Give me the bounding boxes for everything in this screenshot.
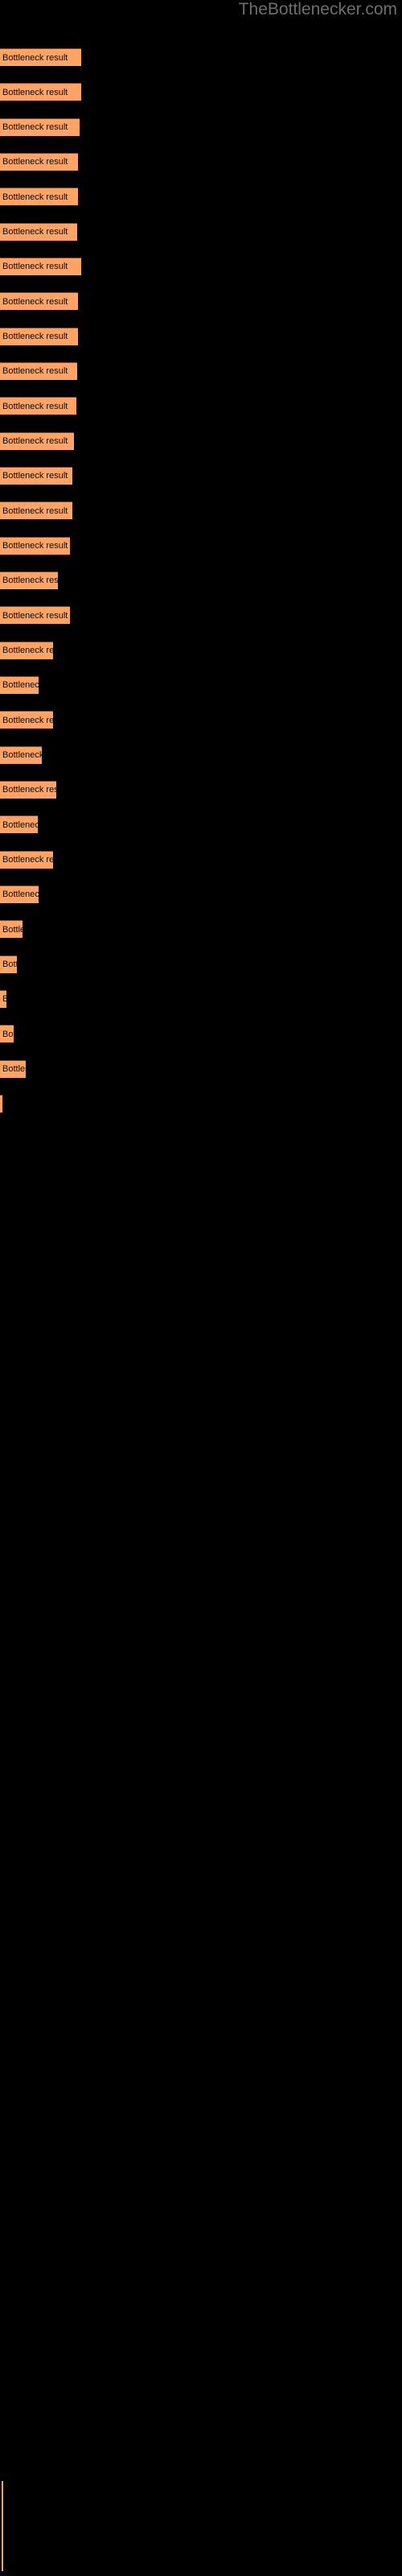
bar-bottleneck-result[interactable]: Bottleneck result xyxy=(0,1094,2,1113)
bar-value-label: Bottleneck result xyxy=(2,890,39,900)
bar-bottleneck-result[interactable]: Bottleneck result xyxy=(0,815,38,834)
bar-value-label: Bottleneck result xyxy=(2,401,68,411)
bar-value-label: Bottleneck result xyxy=(2,610,68,621)
bar-value-label: Bottleneck result xyxy=(2,192,68,202)
bar-value-label: Bottleneck result xyxy=(2,506,68,516)
bar-value-label: Bottleneck result xyxy=(2,436,68,447)
bar-value-label: Bottleneck result xyxy=(2,227,68,237)
bar-bottleneck-result[interactable]: Bottleneck result xyxy=(0,606,70,625)
bar-bottleneck-result[interactable]: Bottleneck result xyxy=(0,502,72,520)
bar-bottleneck-result[interactable]: Bottleneck result xyxy=(0,571,58,589)
bar-bottleneck-result[interactable]: Bottleneck result xyxy=(0,1025,14,1043)
bar-value-label: Bottleneck result xyxy=(2,715,53,725)
bar-value-label: Bottleneck result xyxy=(2,855,53,865)
bar-bottleneck-result[interactable]: Bottleneck result xyxy=(0,83,81,101)
bar-bottleneck-result[interactable]: Bottleneck result xyxy=(0,152,78,171)
bar-value-label: Bottleneck result xyxy=(2,750,42,761)
bar-bottleneck-result[interactable]: Bottleneck result xyxy=(0,955,17,973)
bar-value-label: Bottleneck result xyxy=(2,960,17,970)
bar-bottleneck-result[interactable]: Bottleneck result xyxy=(0,885,39,903)
bar-value-label: Bottleneck result xyxy=(2,332,68,342)
bar-value-label: Bottleneck result xyxy=(2,576,58,586)
bar-bottleneck-result[interactable]: Bottleneck result xyxy=(0,431,74,450)
bar-bottleneck-result[interactable]: Bottleneck result xyxy=(0,641,53,659)
bar-bottleneck-result[interactable]: Bottleneck result xyxy=(0,257,81,275)
bar-bottleneck-result[interactable]: Bottleneck result xyxy=(0,989,6,1008)
bar-value-label: Bottleneck result xyxy=(2,157,68,167)
bar-value-label: Bottleneck result xyxy=(2,924,23,935)
bar-value-label: Bottleneck result xyxy=(2,646,53,656)
bar-value-label: Bottleneck result xyxy=(2,262,68,272)
bar-value-label: Bottleneck result xyxy=(2,819,38,830)
bar-bottleneck-result[interactable]: Bottleneck result xyxy=(0,327,78,345)
bar-bottleneck-result[interactable]: Bottleneck result xyxy=(0,222,77,241)
bar-bottleneck-result[interactable]: Bottleneck result xyxy=(0,466,72,485)
bar-value-label: Bottleneck result xyxy=(2,122,68,133)
bar-bottleneck-result[interactable]: Bottleneck result xyxy=(0,711,53,729)
bar-bottleneck-result[interactable]: Bottleneck result xyxy=(0,920,23,939)
bar-bottleneck-result[interactable]: Bottleneck result xyxy=(0,118,80,136)
bar-bottleneck-result[interactable]: Bottleneck result xyxy=(0,850,53,869)
bottleneck-chart-root: TheBottlenecker.com Bottleneck result Bot… xyxy=(0,0,402,2576)
bar-value-label: Bottleneck result xyxy=(2,471,68,481)
bar-bottleneck-result[interactable]: Bottleneck result xyxy=(0,361,77,380)
bar-value-label: Bottleneck result xyxy=(2,52,68,63)
bar-value-label: Bottleneck result xyxy=(2,1029,14,1039)
chart-axis-baseline xyxy=(2,2481,3,2571)
bar-bottleneck-result[interactable]: Bottleneck result xyxy=(0,780,56,799)
bar-value-label: Bottleneck result xyxy=(2,994,6,1004)
bar-value-label: Bottleneck result xyxy=(2,1064,26,1075)
bar-bottleneck-result[interactable]: Bottleneck result xyxy=(0,48,81,66)
bar-bottleneck-result[interactable]: Bottleneck result xyxy=(0,675,39,694)
chart-plot-area: Bottleneck result Bottleneck result Bottle… xyxy=(0,0,402,2576)
bar-value-label: Bottleneck result xyxy=(2,366,68,377)
bar-bottleneck-result[interactable]: Bottleneck result xyxy=(0,1059,26,1078)
bar-bottleneck-result[interactable]: Bottleneck result xyxy=(0,745,42,764)
bar-value-label: Bottleneck result xyxy=(2,87,68,97)
bar-value-label: Bottleneck result xyxy=(2,785,56,795)
bar-bottleneck-result[interactable]: Bottleneck result xyxy=(0,292,78,311)
bar-bottleneck-result[interactable]: Bottleneck result xyxy=(0,188,78,206)
bar-bottleneck-result[interactable]: Bottleneck result xyxy=(0,397,76,415)
bar-value-label: Bottleneck result xyxy=(2,541,68,551)
bar-bottleneck-result[interactable]: Bottleneck result xyxy=(0,536,70,555)
bar-value-label: Bottleneck result xyxy=(2,680,39,691)
bar-value-label: Bottleneck result xyxy=(2,296,68,307)
